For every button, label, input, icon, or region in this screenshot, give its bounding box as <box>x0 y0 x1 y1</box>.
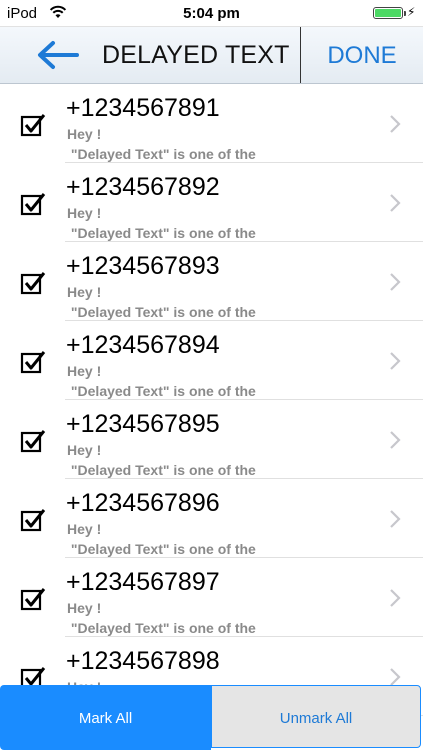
phone-number: +1234567894 <box>66 331 220 359</box>
chevron-right-icon <box>390 194 401 212</box>
list-item[interactable]: +1234567894 Hey ! "Delayed Text" is one … <box>0 321 423 400</box>
mark-all-button[interactable]: Mark All <box>0 685 211 750</box>
chevron-right-icon <box>390 352 401 370</box>
chevron-right-icon <box>390 589 401 607</box>
battery-icon <box>373 7 406 19</box>
list-item[interactable]: +1234567892 Hey ! "Delayed Text" is one … <box>0 163 423 242</box>
chevron-right-icon <box>390 273 401 291</box>
message-preview-line-1: Hey ! <box>67 363 102 379</box>
message-preview-line-2: "Delayed Text" is one of the <box>67 304 256 320</box>
chevron-right-icon <box>390 668 401 686</box>
back-arrow-icon[interactable] <box>33 37 81 73</box>
message-preview-line-1: Hey ! <box>67 442 102 458</box>
chevron-right-icon <box>390 431 401 449</box>
checkbox-checked-icon[interactable] <box>20 586 46 612</box>
message-preview-line-2: "Delayed Text" is one of the <box>67 383 256 399</box>
checkbox-checked-icon[interactable] <box>20 112 46 138</box>
unmark-all-button[interactable]: Unmark All <box>211 685 421 748</box>
bottom-toolbar: Mark All Unmark All <box>0 685 423 750</box>
page-title: DELAYED TEXT <box>102 41 290 69</box>
chevron-right-icon <box>390 115 401 133</box>
list-item[interactable]: +1234567891 Hey ! "Delayed Text" is one … <box>0 84 423 163</box>
phone-number: +1234567892 <box>66 173 220 201</box>
phone-number: +1234567896 <box>66 489 220 517</box>
message-preview-line-1: Hey ! <box>67 205 102 221</box>
status-bar: iPod 5:04 pm ⚡ <box>0 0 423 27</box>
phone-number: +1234567891 <box>66 94 220 122</box>
message-list: +1234567891 Hey ! "Delayed Text" is one … <box>0 84 423 716</box>
list-item[interactable]: +1234567895 Hey ! "Delayed Text" is one … <box>0 400 423 479</box>
checkbox-checked-icon[interactable] <box>20 349 46 375</box>
message-preview-line-2: "Delayed Text" is one of the <box>67 225 256 241</box>
charging-bolt-icon: ⚡ <box>407 5 416 19</box>
checkbox-checked-icon[interactable] <box>20 270 46 296</box>
list-item[interactable]: +1234567893 Hey ! "Delayed Text" is one … <box>0 242 423 321</box>
message-preview-line-2: "Delayed Text" is one of the <box>67 462 256 478</box>
message-preview-line-1: Hey ! <box>67 521 102 537</box>
phone-number: +1234567893 <box>66 252 220 280</box>
phone-number: +1234567898 <box>66 647 220 675</box>
navigation-bar: DELAYED TEXT DONE <box>0 27 423 84</box>
checkbox-checked-icon[interactable] <box>20 191 46 217</box>
message-preview-line-1: Hey ! <box>67 126 102 142</box>
checkbox-checked-icon[interactable] <box>20 507 46 533</box>
message-preview-line-2: "Delayed Text" is one of the <box>67 620 256 636</box>
list-item[interactable]: +1234567896 Hey ! "Delayed Text" is one … <box>0 479 423 558</box>
phone-number: +1234567897 <box>66 568 220 596</box>
done-button[interactable]: DONE <box>301 27 423 83</box>
checkbox-checked-icon[interactable] <box>20 428 46 454</box>
chevron-right-icon <box>390 510 401 528</box>
message-preview-line-1: Hey ! <box>67 600 102 616</box>
phone-number: +1234567895 <box>66 410 220 438</box>
status-time: 5:04 pm <box>183 5 240 22</box>
message-preview-line-2: "Delayed Text" is one of the <box>67 146 256 162</box>
message-preview-line-1: Hey ! <box>67 284 102 300</box>
message-preview-line-2: "Delayed Text" is one of the <box>67 541 256 557</box>
list-item[interactable]: +1234567897 Hey ! "Delayed Text" is one … <box>0 558 423 637</box>
